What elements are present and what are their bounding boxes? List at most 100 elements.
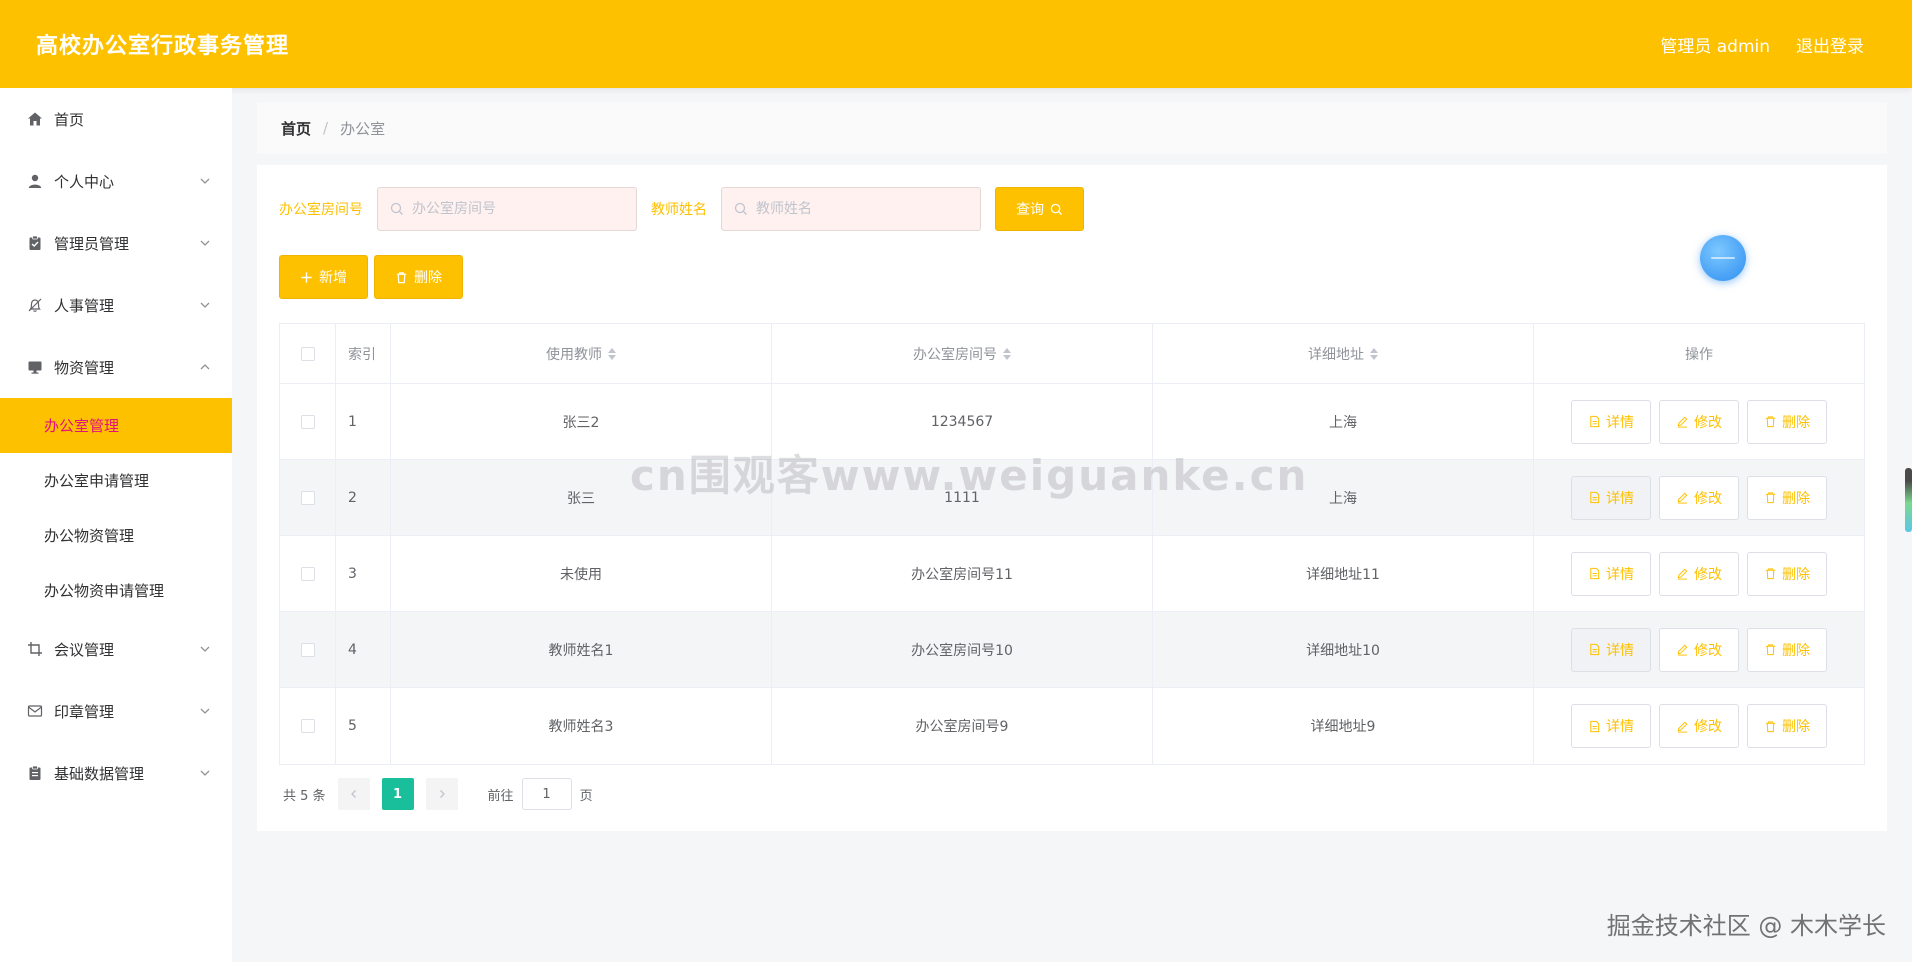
detail-button[interactable]: 详情 (1571, 704, 1651, 748)
user-label: 管理员 admin (1660, 36, 1770, 57)
edit-button[interactable]: 修改 (1659, 627, 1739, 672)
edit-label: 修改 (1694, 566, 1722, 583)
sidebar-item-materials[interactable]: 物资管理 (0, 336, 232, 398)
logout-link[interactable]: 退出登录 (1796, 32, 1864, 57)
breadcrumb-separator: / (323, 119, 329, 137)
edit-button[interactable]: 修改 (1659, 551, 1739, 596)
table-row: 4 教师姓名1 办公室房间号10 详细地址10 详情 修改 删除 (280, 612, 1864, 688)
floating-assistant-button[interactable] (1700, 235, 1746, 281)
edit-button[interactable]: 修改 (1659, 399, 1739, 444)
sidebar-item-base-data[interactable]: 基础数据管理 (0, 742, 232, 804)
header-room[interactable]: 办公室房间号 (772, 324, 1153, 383)
document-icon (1590, 643, 1600, 656)
edit-label: 修改 (1694, 719, 1722, 735)
detail-button[interactable]: 详情 (1571, 475, 1651, 520)
edit-label: 修改 (1694, 642, 1722, 659)
delete-button[interactable]: 删除 (1747, 551, 1827, 596)
sidebar-item-profile[interactable]: 个人中心 (0, 150, 232, 212)
query-button[interactable]: 查询 (995, 187, 1084, 231)
add-button-label: 新增 (319, 270, 347, 286)
trash-icon (1765, 416, 1776, 428)
sort-icon[interactable] (1003, 347, 1011, 360)
user-icon (26, 172, 44, 190)
search-icon (734, 202, 747, 215)
edit-button[interactable]: 修改 (1659, 704, 1739, 748)
breadcrumb-home[interactable]: 首页 (281, 118, 311, 139)
cell-teacher: 教师姓名1 (391, 612, 772, 687)
edit-label: 修改 (1694, 414, 1722, 431)
teacher-search-input[interactable] (756, 201, 966, 217)
trash-icon (1765, 568, 1776, 580)
table-row: 2 张三 1111 上海 详情 修改 删除 (280, 460, 1864, 536)
cell-ops: 详情 修改 删除 (1534, 612, 1864, 687)
sidebar-item-seal[interactable]: 印章管理 (0, 680, 232, 742)
cell-room: 1234567 (772, 384, 1153, 459)
side-scroll-handle[interactable] (1905, 468, 1912, 532)
delete-button[interactable]: 删除 (1747, 704, 1827, 748)
edit-icon (1677, 492, 1688, 504)
sidebar-item-hr[interactable]: 人事管理 (0, 274, 232, 336)
delete-button[interactable]: 删除 (1747, 475, 1827, 520)
room-search-input[interactable] (412, 201, 622, 217)
cell-index: 4 (336, 612, 391, 687)
page-number-current[interactable]: 1 (381, 778, 414, 810)
delete-button[interactable]: 删除 (1747, 399, 1827, 444)
sidebar-item-label: 会议管理 (54, 640, 115, 659)
cell-address: 上海 (1153, 460, 1534, 535)
sidebar-subitem-supplies-apply[interactable]: 办公物资申请管理 (0, 563, 232, 618)
row-checkbox[interactable] (300, 642, 315, 657)
header-user-area: 管理员 admin 退出登录 (1660, 32, 1864, 57)
header-index: 索引 (336, 324, 391, 383)
query-button-label: 查询 (1016, 202, 1044, 218)
sidebar-subitem-supplies[interactable]: 办公物资管理 (0, 508, 232, 563)
delete-label: 删除 (1782, 490, 1810, 507)
office-table: 索引 使用教师 办公室房间号 详细地址 操作 1 张三2 1234567 上海 … (279, 323, 1865, 765)
row-checkbox-cell (280, 384, 336, 459)
sidebar-item-meeting[interactable]: 会议管理 (0, 618, 232, 680)
detail-button[interactable]: 详情 (1571, 627, 1651, 672)
sidebar-item-home[interactable]: 首页 (0, 88, 232, 150)
sidebar-subitem-office[interactable]: 办公室管理 (0, 398, 232, 453)
row-checkbox[interactable] (300, 414, 315, 429)
batch-delete-button[interactable]: 删除 (374, 255, 463, 299)
delete-label: 删除 (1782, 642, 1810, 659)
mail-icon (26, 702, 44, 720)
table-row: 1 张三2 1234567 上海 详情 修改 删除 (280, 384, 1864, 460)
sidebar-item-label: 管理员管理 (54, 234, 130, 253)
cell-teacher: 张三 (391, 460, 772, 535)
cell-room: 1111 (772, 460, 1153, 535)
cell-address: 上海 (1153, 384, 1534, 459)
prev-page-button[interactable] (337, 778, 370, 810)
detail-label: 详情 (1606, 642, 1634, 659)
chevron-down-icon (200, 646, 210, 652)
add-button[interactable]: 新增 (279, 255, 368, 299)
teacher-search-label: 教师姓名 (651, 202, 707, 218)
edit-label: 修改 (1694, 490, 1722, 507)
header-address[interactable]: 详细地址 (1153, 324, 1534, 383)
cell-index: 3 (336, 536, 391, 611)
clipboard-icon (26, 764, 44, 782)
row-checkbox[interactable] (300, 719, 315, 733)
cell-room: 办公室房间号9 (772, 688, 1153, 764)
delete-button[interactable]: 删除 (1747, 627, 1827, 672)
sort-icon[interactable] (608, 347, 616, 360)
room-search-field[interactable] (377, 187, 637, 231)
detail-button[interactable]: 详情 (1571, 551, 1651, 596)
cell-ops: 详情 修改 删除 (1534, 536, 1864, 611)
next-page-button[interactable] (425, 778, 458, 810)
cell-ops: 详情 修改 删除 (1534, 460, 1864, 535)
sidebar-subitem-office-apply[interactable]: 办公室申请管理 (0, 453, 232, 508)
page-jump-input[interactable] (521, 778, 572, 810)
row-checkbox[interactable] (300, 490, 315, 505)
select-all-checkbox[interactable] (300, 346, 315, 361)
sidebar-item-admin[interactable]: 管理员管理 (0, 212, 232, 274)
header-teacher[interactable]: 使用教师 (391, 324, 772, 383)
sort-icon[interactable] (1370, 347, 1378, 360)
chevron-down-icon (200, 240, 210, 246)
teacher-search-field[interactable] (721, 187, 981, 231)
detail-button[interactable]: 详情 (1571, 399, 1651, 444)
row-checkbox[interactable] (300, 566, 315, 581)
page-jumper: 前往 页 (488, 778, 593, 810)
document-icon (1590, 415, 1600, 428)
edit-button[interactable]: 修改 (1659, 475, 1739, 520)
